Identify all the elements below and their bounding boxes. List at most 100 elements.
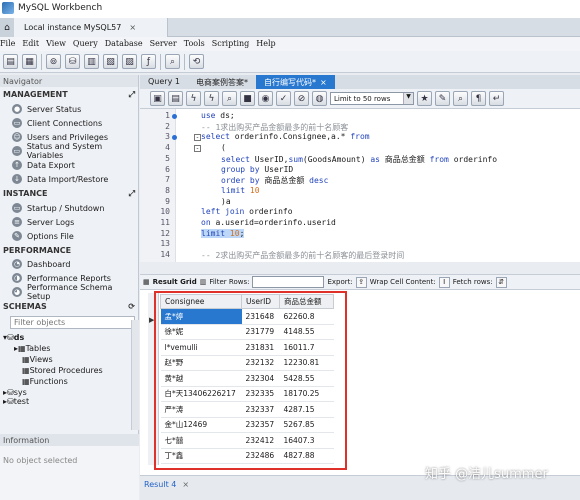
limit-rows-select[interactable]: Limit to 50 rows ▼ (330, 92, 414, 105)
create-schema-icon[interactable]: ⛁ (65, 54, 80, 69)
code-line[interactable]: use ds; (201, 111, 235, 120)
invisible-chars-icon[interactable]: ¶ (471, 91, 486, 106)
menu-tools[interactable]: Tools (184, 37, 212, 51)
menu-file[interactable]: File (0, 37, 22, 51)
schema-sys[interactable]: ▸ ⛁ sys (0, 387, 138, 398)
section-title: PERFORMANCE (3, 246, 72, 255)
code-line[interactable]: ( (221, 143, 226, 152)
nav-performance-schema-setup[interactable]: ◕ Performance Schema Setup (0, 283, 138, 301)
execute-icon[interactable]: ϟ (186, 91, 201, 106)
menu-query[interactable]: Query (73, 37, 105, 51)
nav-options-file[interactable]: ✎ Options File (0, 229, 138, 243)
nav-client-connections[interactable]: ▭ Client Connections (0, 116, 138, 130)
highlight-box (154, 291, 347, 470)
open-inspector-icon[interactable]: ⊚ (46, 54, 61, 69)
menu-server[interactable]: Server (150, 37, 184, 51)
toolbar-divider (184, 53, 185, 70)
tree-views[interactable]: ▦ Views (0, 354, 138, 365)
schema-test[interactable]: ▸ ⛁ test (0, 398, 138, 404)
fold-toggle-icon[interactable]: - (194, 134, 201, 142)
nav-data-export[interactable]: ↑ Data Export (0, 158, 138, 172)
watermark: 知乎 @洁儿summer (425, 467, 548, 482)
code-line[interactable]: select UserID,sum(GoodsAmount) as 商品总金额 … (221, 154, 497, 165)
nav-dashboard[interactable]: ◔ Dashboard (0, 257, 138, 271)
create-view-icon[interactable]: ▧ (103, 54, 118, 69)
search-table-data-icon[interactable]: ⌕ (165, 54, 180, 69)
stop-icon[interactable]: ■ (240, 91, 255, 106)
schema-name: sys (13, 388, 27, 397)
refresh-icon[interactable]: ⟳ (128, 302, 135, 311)
wrap-icon[interactable]: ↵ (489, 91, 504, 106)
rollback-icon[interactable]: ⊘ (294, 91, 309, 106)
menu-scripting[interactable]: Scripting (212, 37, 257, 51)
close-icon[interactable]: × (182, 480, 189, 489)
code-line[interactable]: left join orderinfo (201, 207, 293, 216)
commit-icon[interactable]: ✓ (276, 91, 291, 106)
tab-query-1[interactable]: Query 1 (140, 75, 188, 89)
menu-database[interactable]: Database (105, 37, 150, 51)
nav-status-variables[interactable]: ▭ Status and System Variables (0, 142, 138, 160)
sql-editor[interactable]: 1 use ds; 2 -- 1求出购买产品金额最多的前十名顾客 3 - select or… (140, 109, 580, 262)
code-line[interactable]: order by 商品总金额 desc (221, 175, 328, 186)
tab-result-4[interactable]: Result 4 × (144, 480, 189, 489)
nav-label: Server Status (27, 104, 82, 114)
nav-server-logs[interactable]: ≡ Server Logs (0, 215, 138, 229)
beautify-icon[interactable]: ✎ (435, 91, 450, 106)
autocommit-icon[interactable]: ◍ (312, 91, 327, 106)
result-grid-tab[interactable]: Result Grid (153, 278, 197, 286)
folder-icon: ▦ (18, 344, 26, 353)
code-line[interactable]: select orderinfo.Consignee,a.* from (201, 132, 370, 141)
schema-ds[interactable]: ▾ ⛁ ds (0, 332, 138, 343)
navigator-scrollbar[interactable] (131, 320, 139, 430)
open-file-icon[interactable]: ▣ (150, 91, 165, 106)
code-line[interactable]: -- 2求出购买产品金额最多的前十名顾客的最后登录时间 (201, 250, 404, 261)
wrap-cell-icon[interactable]: I (438, 276, 450, 288)
code-line[interactable]: -- 1求出购买产品金额最多的前十名顾客 (201, 122, 348, 133)
fetch-rows-icon[interactable]: ⇵ (495, 276, 507, 288)
grid-options-icon[interactable]: ▥ (200, 278, 207, 286)
nav-label: Data Import/Restore (27, 174, 109, 184)
create-function-icon[interactable]: ƒ (141, 54, 156, 69)
close-icon[interactable]: × (129, 23, 136, 32)
menu-view[interactable]: View (46, 37, 73, 51)
code-line[interactable]: limit 10 (221, 186, 260, 195)
expand-icon[interactable]: ⤢ (129, 90, 135, 100)
schema-filter-input[interactable]: Filter objects (10, 316, 135, 329)
section-performance: PERFORMANCE (0, 243, 138, 257)
code-line[interactable]: )a (221, 197, 231, 206)
tree-tables[interactable]: ▸ ▦ Tables (0, 343, 138, 354)
home-icon[interactable]: ⌂ (0, 18, 14, 37)
tab-local-instance[interactable]: ⌂ Local instance MySQL57 × (0, 18, 168, 37)
reconnect-icon[interactable]: ⟲ (189, 54, 204, 69)
tab-ecommerce-answers[interactable]: 电商案例答案* (188, 75, 256, 89)
favorite-icon[interactable]: ★ (417, 91, 432, 106)
line-number: 12 (160, 228, 170, 238)
toggle-continue-icon[interactable]: ◉ (258, 91, 273, 106)
explain-icon[interactable]: ⌕ (222, 91, 237, 106)
export-icon[interactable]: ⇪ (355, 276, 367, 288)
fold-toggle-icon[interactable]: - (194, 145, 201, 153)
close-icon[interactable]: × (320, 78, 327, 87)
menu-help[interactable]: Help (256, 37, 282, 51)
filter-rows-input[interactable] (252, 276, 325, 288)
expand-icon[interactable]: ⤢ (129, 189, 135, 199)
nav-data-import[interactable]: ↓ Data Import/Restore (0, 172, 138, 186)
tree-functions[interactable]: ▦ Functions (0, 376, 138, 387)
schema-name: test (13, 398, 30, 404)
code-line[interactable]: group by UserID (221, 165, 293, 174)
nav-server-status[interactable]: ● Server Status (0, 102, 138, 116)
tab-own-code[interactable]: 自行编写代码* × (255, 75, 335, 89)
create-procedure-icon[interactable]: ▨ (122, 54, 137, 69)
execute-current-icon[interactable]: ϟ (204, 91, 219, 106)
create-table-icon[interactable]: ▥ (84, 54, 99, 69)
fetch-label: Fetch rows: (452, 278, 493, 286)
menu-edit[interactable]: Edit (22, 37, 46, 51)
new-sql-tab-icon[interactable]: ▤ (3, 54, 18, 69)
open-sql-file-icon[interactable]: ▦ (22, 54, 37, 69)
code-line[interactable]: limit 10; (201, 228, 245, 238)
tree-stored-procedures[interactable]: ▦ Stored Procedures (0, 365, 138, 376)
code-line[interactable]: on a.userid=orderinfo.userid (201, 218, 336, 227)
save-icon[interactable]: ▤ (168, 91, 183, 106)
nav-startup-shutdown[interactable]: ▭ Startup / Shutdown (0, 201, 138, 215)
find-icon[interactable]: ⌕ (453, 91, 468, 106)
